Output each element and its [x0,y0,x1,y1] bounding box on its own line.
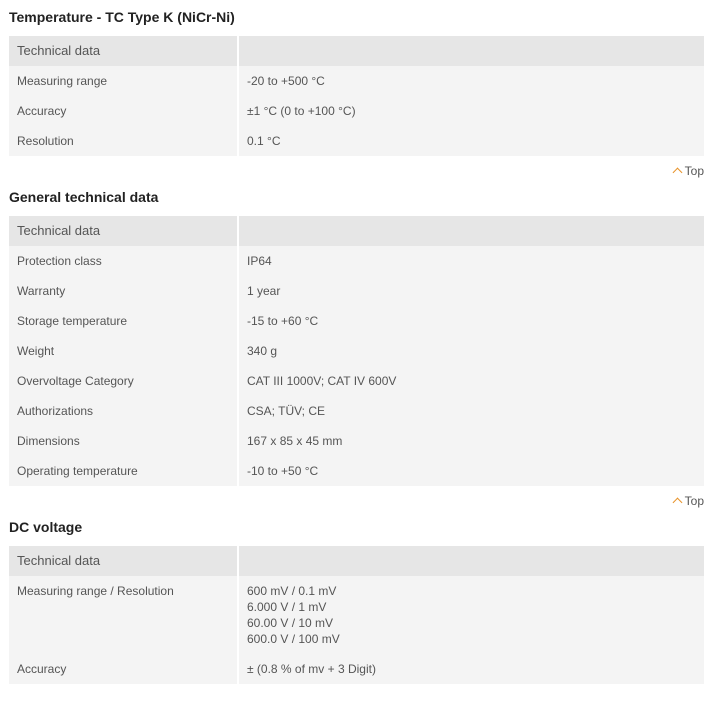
range-line: 600.0 V / 100 mV [247,632,340,646]
caret-up-icon [672,497,683,508]
table-row: Measuring range / Resolution 600 mV / 0.… [9,576,704,654]
row-label: Accuracy [9,654,238,684]
spec-table: Technical data Measuring range -20 to +5… [9,36,704,156]
row-label: Storage temperature [9,306,238,336]
row-label: Resolution [9,126,238,156]
spec-table: Technical data Protection class IP64 War… [9,216,704,486]
row-value: ±1 °C (0 to +100 °C) [238,96,704,126]
table-header-value [238,216,704,246]
row-label: Protection class [9,246,238,276]
table-header-row: Technical data [9,36,704,66]
table-row: Overvoltage Category CAT III 1000V; CAT … [9,366,704,396]
row-label: Authorizations [9,396,238,426]
row-label: Operating temperature [9,456,238,486]
top-link-row: Top [0,486,716,516]
range-line: 6.000 V / 1 mV [247,600,327,614]
table-row: Resolution 0.1 °C [9,126,704,156]
table-row: Weight 340 g [9,336,704,366]
range-line: 60.00 V / 10 mV [247,616,334,630]
caret-up-icon [672,167,683,178]
row-value: -15 to +60 °C [238,306,704,336]
table-row: Measuring range -20 to +500 °C [9,66,704,96]
row-value: 1 year [238,276,704,306]
section-temperature-tc: Temperature - TC Type K (NiCr-Ni) Techni… [0,0,716,186]
table-header-label: Technical data [9,36,238,66]
section-dc-voltage: DC voltage Technical data Measuring rang… [0,516,716,684]
table-row: Accuracy ± (0.8 % of mv + 3 Digit) [9,654,704,684]
row-label: Accuracy [9,96,238,126]
table-row: Protection class IP64 [9,246,704,276]
row-value: -10 to +50 °C [238,456,704,486]
row-value: -20 to +500 °C [238,66,704,96]
range-line: 600 mV / 0.1 mV [247,584,337,598]
spec-table: Technical data Measuring range / Resolut… [9,546,704,684]
row-label: Measuring range [9,66,238,96]
row-value-multiline: 600 mV / 0.1 mV 6.000 V / 1 mV 60.00 V /… [238,576,704,654]
row-value: CSA; TÜV; CE [238,396,704,426]
table-header-label: Technical data [9,216,238,246]
table-row: Operating temperature -10 to +50 °C [9,456,704,486]
row-label: Weight [9,336,238,366]
section-title: Temperature - TC Type K (NiCr-Ni) [9,9,235,25]
row-value: 167 x 85 x 45 mm [238,426,704,456]
row-value: 340 g [238,336,704,366]
table-header-value [238,36,704,66]
row-value: 0.1 °C [238,126,704,156]
section-general-technical-data: General technical data Technical data Pr… [0,186,716,516]
table-row: Warranty 1 year [9,276,704,306]
section-title: General technical data [9,189,159,205]
table-header-row: Technical data [9,216,704,246]
table-row: Storage temperature -15 to +60 °C [9,306,704,336]
row-value: ± (0.8 % of mv + 3 Digit) [238,654,704,684]
table-row: Dimensions 167 x 85 x 45 mm [9,426,704,456]
table-row: Accuracy ±1 °C (0 to +100 °C) [9,96,704,126]
row-value: IP64 [238,246,704,276]
row-label: Dimensions [9,426,238,456]
table-row: Authorizations CSA; TÜV; CE [9,396,704,426]
table-header-value [238,546,704,576]
back-to-top-link[interactable]: Top [672,494,704,508]
section-title: DC voltage [9,519,83,535]
row-value: CAT III 1000V; CAT IV 600V [238,366,704,396]
top-link-row: Top [0,156,716,186]
top-link-label: Top [684,164,704,178]
row-label: Measuring range / Resolution [9,576,238,654]
table-header-row: Technical data [9,546,704,576]
table-header-label: Technical data [9,546,238,576]
back-to-top-link[interactable]: Top [672,164,704,178]
row-label: Overvoltage Category [9,366,238,396]
row-label: Warranty [9,276,238,306]
top-link-label: Top [684,494,704,508]
